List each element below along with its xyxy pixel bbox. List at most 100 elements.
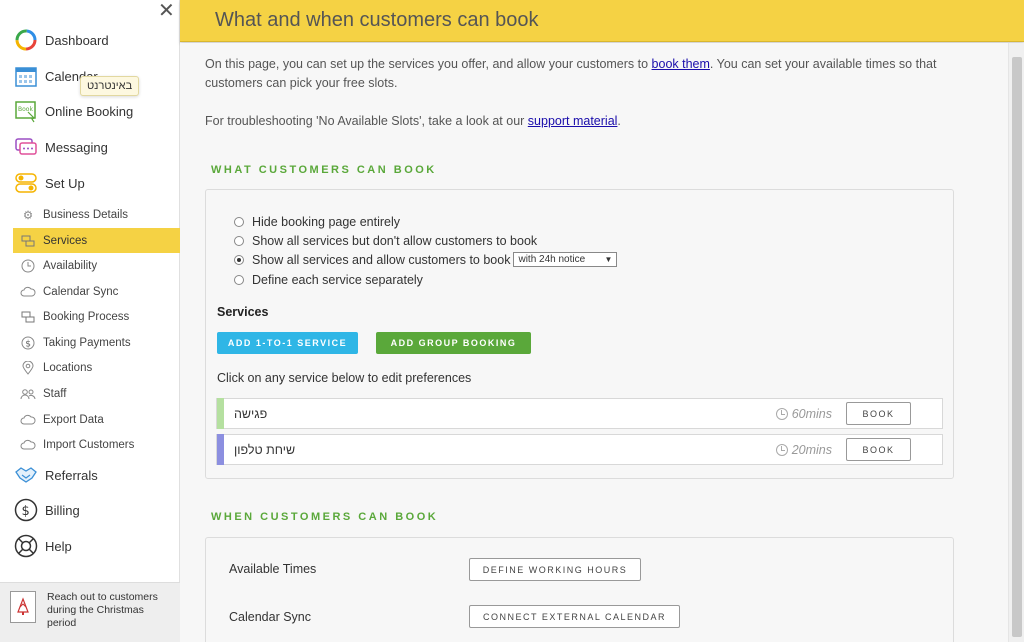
radio-button[interactable] — [234, 275, 244, 285]
svg-text:$: $ — [25, 339, 31, 349]
option-hide-booking[interactable]: Hide booking page entirely — [234, 215, 400, 229]
notice-select[interactable]: with 24h notice ▼ — [513, 252, 618, 267]
sidebar-item-booking-process[interactable]: Booking Process — [13, 304, 180, 329]
service-name: שיחת טלפון — [234, 442, 296, 457]
close-icon[interactable]: ✕ — [158, 0, 175, 22]
sidebar-item-label: Calendar Sync — [43, 285, 119, 298]
book-button[interactable]: BOOK — [846, 438, 911, 461]
service-row[interactable]: שיחת טלפון 20mins BOOK — [216, 434, 943, 465]
sidebar-item-import-customers[interactable]: Import Customers — [13, 432, 180, 457]
book-button[interactable]: BOOK — [846, 402, 911, 425]
gear-icon: ⚙ — [22, 209, 34, 222]
sidebar-item-setup[interactable]: Set Up — [0, 168, 180, 198]
sidebar-item-locations[interactable]: Locations — [13, 355, 180, 380]
option-label: Show all services and allow customers to… — [252, 252, 511, 267]
duration-text: 20mins — [791, 442, 832, 457]
messaging-icon — [13, 134, 39, 160]
setup-icon — [13, 170, 39, 196]
intro-paragraph: On this page, you can set up the service… — [205, 55, 985, 93]
service-row[interactable]: פגישה 60mins BOOK — [216, 398, 943, 429]
book-them-link[interactable]: book them — [652, 57, 710, 71]
sidebar-item-services[interactable]: Services — [13, 228, 180, 253]
page-title: What and when customers can book — [215, 9, 539, 31]
sidebar-item-taking-payments[interactable]: $ Taking Payments — [13, 330, 180, 355]
sidebar-item-label: Set Up — [45, 175, 85, 191]
add-one-to-one-service-button[interactable]: ADD 1-TO-1 SERVICE — [217, 332, 358, 354]
calendar-sync-label: Calendar Sync — [229, 610, 311, 624]
dollar-circle-icon: $ — [13, 497, 39, 523]
sidebar-item-label: Booking Process — [43, 310, 130, 323]
radio-button-selected[interactable] — [234, 254, 244, 265]
scrollbar[interactable] — [1008, 43, 1024, 642]
when-section-title: WHEN CUSTOMERS CAN BOOK — [211, 511, 439, 523]
troubleshoot-paragraph: For troubleshooting 'No Available Slots'… — [205, 112, 985, 131]
sidebar-item-label: Billing — [45, 502, 80, 518]
notice-select-value: with 24h notice — [518, 254, 586, 265]
services-heading: Services — [217, 305, 269, 319]
sidebar-item-label: Availability — [43, 259, 98, 272]
service-color-bar — [217, 398, 224, 429]
click-hint: Click on any service below to edit prefe… — [217, 371, 472, 385]
support-material-link[interactable]: support material — [528, 114, 618, 128]
clock-icon — [775, 407, 788, 420]
sidebar-item-staff[interactable]: Staff — [13, 381, 180, 406]
option-show-no-book[interactable]: Show all services but don't allow custom… — [234, 234, 537, 248]
sidebar-item-label: Messaging — [45, 139, 108, 155]
tooltip: באינטרנט — [80, 76, 140, 96]
handshake-icon — [13, 462, 39, 488]
when-customers-panel: Available Times DEFINE WORKING HOURS Cal… — [205, 537, 954, 642]
sidebar-item-label: Help — [45, 538, 72, 554]
sidebar-item-help[interactable]: Help — [0, 531, 180, 561]
connect-external-calendar-button[interactable]: CONNECT EXTERNAL CALENDAR — [469, 605, 680, 628]
option-label: Hide booking page entirely — [252, 215, 401, 229]
radio-button[interactable] — [234, 236, 244, 246]
sidebar-item-export-data[interactable]: Export Data — [13, 407, 180, 432]
page-header: What and when customers can book — [180, 0, 1024, 42]
radio-button[interactable] — [234, 217, 244, 227]
sidebar-item-messaging[interactable]: Messaging — [0, 132, 180, 162]
promo-banner[interactable]: Reach out to customers during the Christ… — [0, 582, 180, 642]
define-working-hours-button[interactable]: DEFINE WORKING HOURS — [469, 558, 641, 581]
sidebar-item-business-details[interactable]: ⚙ Business Details — [13, 202, 180, 227]
sidebar-item-label: Services — [43, 234, 88, 247]
sidebar-item-label: Referrals — [45, 467, 98, 483]
option-show-allow-book[interactable]: Show all services and allow customers to… — [234, 252, 618, 267]
sidebar-item-dashboard[interactable]: Dashboard — [0, 25, 180, 55]
sidebar-item-referrals[interactable]: Referrals — [0, 460, 180, 490]
sidebar-item-label: Online Booking — [45, 103, 134, 119]
scrollbar-thumb[interactable] — [1012, 57, 1022, 637]
sidebar-item-label: Staff — [43, 387, 67, 400]
clock-icon — [20, 258, 36, 274]
option-define-separately[interactable]: Define each service separately — [234, 273, 423, 287]
add-group-booking-button[interactable]: ADD GROUP BOOKING — [376, 332, 531, 354]
sidebar-item-online-booking[interactable]: Book Online Booking — [0, 96, 180, 126]
what-customers-panel: Hide booking page entirely Show all serv… — [205, 189, 954, 479]
option-label: Show all services but don't allow custom… — [252, 234, 538, 248]
staff-icon — [20, 386, 36, 402]
promo-text: Reach out to customers during the Christ… — [47, 591, 158, 629]
clock-icon — [775, 443, 788, 456]
available-times-label: Available Times — [229, 562, 317, 576]
dashboard-icon — [13, 27, 39, 53]
cloud-export-icon — [20, 412, 36, 428]
dollar-icon: $ — [20, 335, 36, 351]
booking-process-icon — [20, 309, 36, 325]
main-content: On this page, you can set up the service… — [180, 43, 1008, 642]
sidebar-item-billing[interactable]: $ Billing — [0, 495, 180, 525]
services-icon — [20, 233, 36, 249]
what-section-title: WHAT CUSTOMERS CAN BOOK — [211, 164, 437, 176]
service-duration: 60mins — [775, 407, 832, 421]
cloud-import-icon — [20, 437, 36, 453]
christmas-tree-icon — [10, 591, 36, 623]
dropdown-arrow-icon: ▼ — [604, 255, 613, 264]
svg-text:Book: Book — [18, 106, 33, 113]
sidebar-item-calendar-sync[interactable]: Calendar Sync — [13, 279, 180, 304]
sidebar-item-label: Export Data — [43, 413, 104, 426]
service-duration: 20mins — [775, 442, 832, 457]
sidebar-item-availability[interactable]: Availability — [13, 253, 180, 278]
sidebar-item-label: Locations — [43, 361, 93, 374]
sidebar-item-label: Dashboard — [45, 32, 109, 48]
svg-text:$: $ — [22, 504, 30, 519]
troubleshoot-text: . — [617, 114, 621, 128]
option-label: Define each service separately — [252, 273, 423, 287]
